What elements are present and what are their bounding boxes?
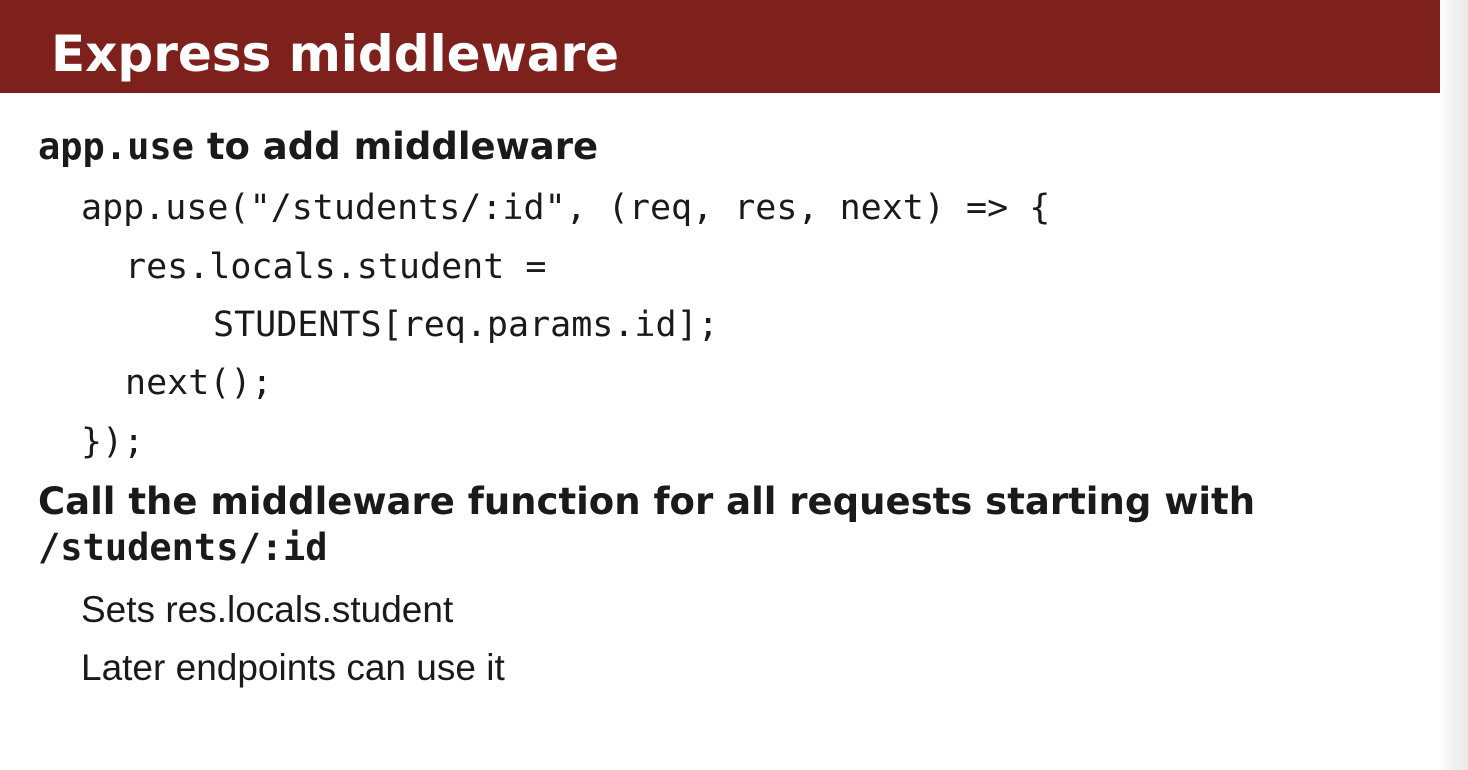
code-line-3: STUDENTS[req.params.id];	[213, 305, 719, 345]
slide-title-bar: Express middleware	[0, 0, 1441, 93]
right-edge-shadow	[1440, 0, 1468, 770]
code-line-5: });	[81, 422, 145, 462]
code-line-1: app.use("/students/:id", (req, res, next…	[81, 188, 1051, 228]
slide-title: Express middleware	[51, 25, 620, 83]
section-heading-app-use: app.use to add middleware	[38, 124, 598, 170]
heading-text-add-middleware: to add middleware	[193, 125, 599, 168]
heading-code-students-id: /students/:id	[38, 526, 328, 569]
code-line-4: next();	[125, 363, 273, 403]
section-heading-call-middleware: Call the middleware function for all req…	[38, 479, 1255, 571]
heading-text-call-middleware: Call the middleware function for all req…	[38, 480, 1256, 523]
heading-code-app-use: app.use	[38, 125, 194, 168]
bullet-item-later-endpoints: Later endpoints can use it	[81, 647, 505, 688]
bullet-item-sets-student: Sets res.locals.student	[81, 589, 454, 630]
code-line-2: res.locals.student =	[125, 247, 547, 287]
